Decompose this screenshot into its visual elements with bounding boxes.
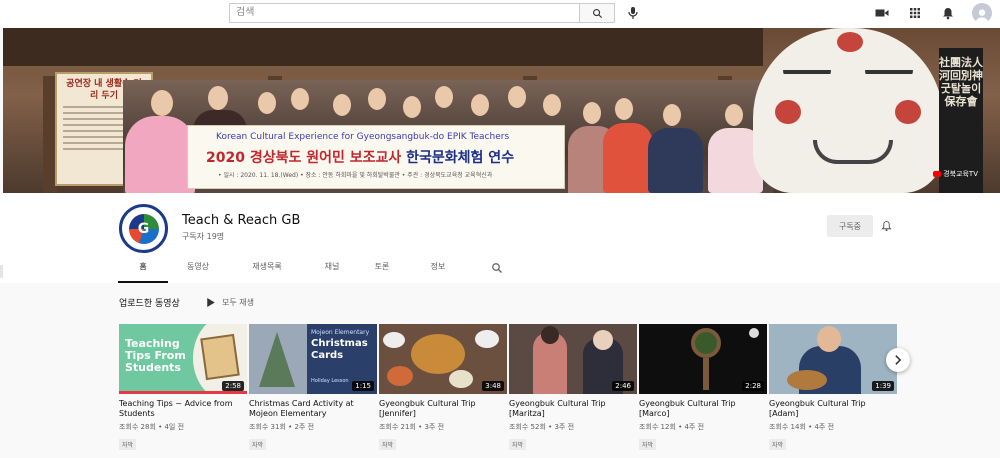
video-meta: 조회수 21회 • 3주 전: [379, 423, 445, 431]
play-all-button[interactable]: 모두 재생: [207, 297, 254, 308]
video-thumbnail[interactable]: 1:39: [769, 324, 897, 394]
video-duration: 1:39: [872, 381, 894, 391]
youtube-logo-icon: [933, 171, 942, 177]
video-card[interactable]: Mojeon Elementary Christmas Cards Holida…: [249, 324, 377, 451]
video-thumbnail[interactable]: 2:28: [639, 324, 767, 394]
tab-playlists[interactable]: 재생목록: [228, 258, 306, 283]
thumbnail-subtext: Mojeon Elementary: [311, 329, 370, 336]
video-card[interactable]: 3:48 Gyeongbuk Cultural Trip [Jennifer] …: [379, 324, 507, 451]
banner-watermark: 경북교육TV: [933, 169, 978, 179]
video-duration: 1:15: [352, 381, 374, 391]
apps-grid-icon: [910, 8, 920, 18]
video-thumbnail[interactable]: Teaching Tips From Students 2:58: [119, 324, 247, 394]
banner-board-korean: 2020 경상북도 원어민 보조교사 한국문화체험 연수: [206, 150, 515, 166]
video-meta: 조회수 31회 • 2주 전: [249, 423, 315, 431]
video-duration: 2:46: [612, 381, 634, 391]
cc-badge: 자막: [509, 439, 527, 450]
subscribe-button[interactable]: 구독중: [827, 215, 873, 237]
microphone-icon: [628, 7, 638, 19]
channel-header: G Teach & Reach GB 구독자 19명 구독중 홈 동영상 재생목…: [0, 193, 1000, 283]
search-icon: [592, 8, 602, 18]
video-card[interactable]: 2:28 Gyeongbuk Cultural Trip [Marco] 조회수…: [639, 324, 767, 451]
chevron-right-icon: [895, 355, 902, 365]
search-input[interactable]: 검색: [229, 3, 580, 23]
top-bar: 검색: [0, 0, 1000, 28]
hahoe-mask: [753, 28, 943, 193]
bell-icon: [943, 7, 953, 19]
video-thumbnail[interactable]: Mojeon Elementary Christmas Cards Holida…: [249, 324, 377, 394]
notifications-button[interactable]: [939, 4, 957, 22]
video-title[interactable]: Christmas Card Activity at Mojeon Elemen…: [249, 399, 377, 419]
video-card[interactable]: Teaching Tips From Students 2:58 Teachin…: [119, 324, 247, 451]
subscriber-count: 구독자 19명: [182, 232, 225, 241]
video-card[interactable]: 1:39 Gyeongbuk Cultural Trip [Adam] 조회수 …: [769, 324, 897, 451]
channel-banner: 공연장 내 생활속 거리 두기 Korean Cultural Experien…: [3, 28, 1000, 193]
uploads-shelf: Teaching Tips From Students 2:58 Teachin…: [119, 324, 899, 454]
video-title[interactable]: Teaching Tips ~ Advice from Students: [119, 399, 247, 419]
video-meta: 조회수 12회 • 4주 전: [639, 423, 705, 431]
video-duration: 2:28: [742, 381, 764, 391]
video-title[interactable]: Gyeongbuk Cultural Trip [Jennifer]: [379, 399, 507, 419]
apps-button[interactable]: [906, 4, 924, 22]
video-title[interactable]: Gyeongbuk Cultural Trip [Adam]: [769, 399, 897, 419]
shelf-next-button[interactable]: [886, 348, 910, 372]
channel-search-icon[interactable]: [491, 262, 503, 274]
channel-logo-icon: G: [128, 213, 159, 244]
play-icon: [207, 298, 215, 307]
uploads-heading[interactable]: 업로드한 동영상: [119, 296, 180, 309]
user-icon: [975, 9, 989, 23]
youtube-channel-page: 검색 공연장 내 생활속 거리 두기 Korean Cultural Exper…: [0, 0, 1000, 458]
tab-about[interactable]: 정보: [406, 258, 470, 283]
video-meta: 조회수 28회 • 4일 전: [119, 423, 185, 431]
tab-videos[interactable]: 동영상: [168, 258, 228, 283]
tab-discussion[interactable]: 토론: [358, 258, 406, 283]
video-meta: 조회수 14회 • 4주 전: [769, 423, 835, 431]
video-title[interactable]: Gyeongbuk Cultural Trip [Marco]: [639, 399, 767, 419]
cc-badge: 자막: [639, 439, 657, 450]
bell-outline-icon: [880, 220, 892, 232]
cc-badge: 자막: [379, 439, 397, 450]
banner-event-board: Korean Cultural Experience for Gyeongsan…: [187, 125, 565, 189]
tab-home[interactable]: 홈: [118, 258, 168, 283]
thumbnail-footnote: Holiday Lesson: [311, 378, 349, 384]
channel-notifications-button[interactable]: [879, 219, 893, 233]
account-avatar-button[interactable]: [972, 3, 992, 23]
video-duration: 2:58: [222, 381, 244, 391]
channel-avatar[interactable]: G: [119, 204, 168, 253]
channel-name: Teach & Reach GB: [182, 213, 301, 228]
banner-board-english: Korean Cultural Experience for Gyeongsan…: [216, 132, 510, 142]
cc-badge: 자막: [249, 439, 267, 450]
top-right-icons: [873, 2, 992, 24]
tab-channels[interactable]: 채널: [306, 258, 358, 283]
banner-board-details: • 일시 : 2020. 11. 18.(Wed) • 장소 : 안동 하회마을…: [218, 172, 493, 179]
video-thumbnail[interactable]: 2:46: [509, 324, 637, 394]
cc-badge: 자막: [119, 439, 137, 450]
video-card[interactable]: 2:46 Gyeongbuk Cultural Trip [Maritza] 조…: [509, 324, 637, 451]
cc-badge: 자막: [769, 439, 787, 450]
thumbnail-text: Christmas Cards: [311, 338, 368, 361]
video-thumbnail[interactable]: 3:48: [379, 324, 507, 394]
thumbnail-text: Teaching Tips From Students: [125, 337, 186, 374]
video-title[interactable]: Gyeongbuk Cultural Trip [Maritza]: [509, 399, 637, 419]
channel-tabs: 홈 동영상 재생목록 채널 토론 정보: [118, 258, 470, 283]
create-video-button[interactable]: [873, 4, 891, 22]
video-meta: 조회수 52회 • 3주 전: [509, 423, 575, 431]
video-duration: 3:48: [482, 381, 504, 391]
video-camera-icon: [875, 9, 889, 17]
search-button[interactable]: [580, 3, 615, 23]
voice-search-button[interactable]: [624, 4, 642, 22]
